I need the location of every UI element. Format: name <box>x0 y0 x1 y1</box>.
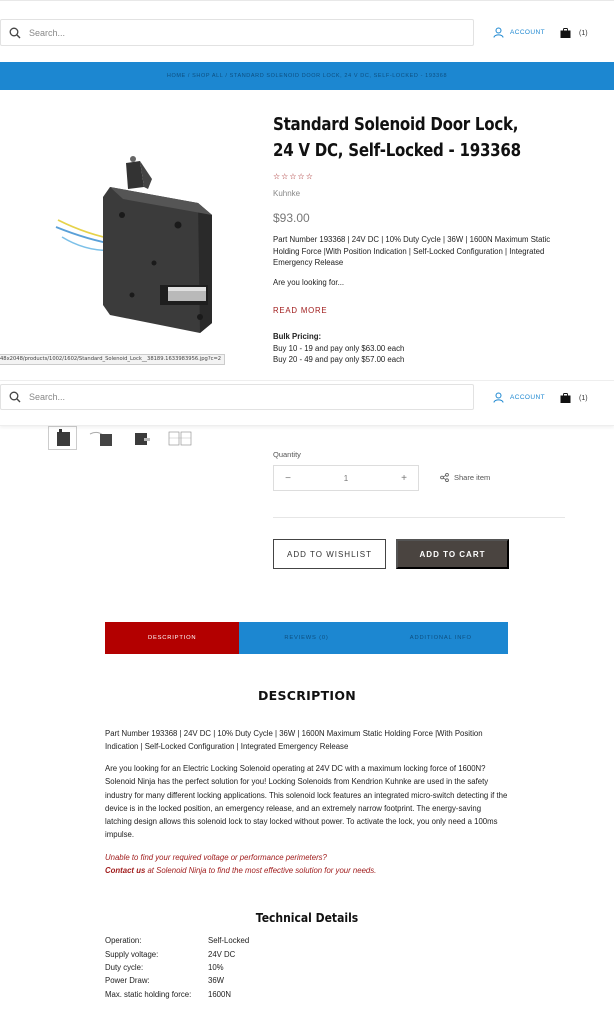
share-item-link[interactable]: Share item <box>440 473 490 482</box>
spec-value: 36W <box>208 976 225 986</box>
tab-reviews[interactable]: REVIEWS (0) <box>239 622 374 654</box>
account-link[interactable]: ACCOUNT <box>493 27 545 38</box>
spec-value: 24V DC <box>208 949 236 959</box>
quantity-decrease-button[interactable]: − <box>274 473 302 484</box>
bulk-pricing-line: Buy 10 - 19 and pay only $63.00 each <box>273 343 405 353</box>
contact-note-line: Unable to find your required voltage or … <box>105 853 327 862</box>
bulk-pricing: Bulk Pricing: Buy 10 - 19 and pay only $… <box>273 331 404 366</box>
spec-key: Operation: <box>105 936 142 946</box>
spec-row: Supply voltage: 24V DC <box>105 947 249 960</box>
thumbnail[interactable] <box>87 426 116 450</box>
rating-stars[interactable]: ☆☆☆☆☆ <box>273 172 314 181</box>
spec-row: Operation: Self-Locked <box>105 934 249 947</box>
search-input[interactable] <box>29 392 429 402</box>
spec-key: Power Draw: <box>105 976 150 986</box>
sticky-header: ACCOUNT (1) <box>0 380 614 426</box>
status-bar-url: 48x2048/products/1002/1602/Standard_Sole… <box>0 354 226 365</box>
user-icon <box>493 392 504 403</box>
product-image[interactable] <box>48 145 254 345</box>
search-box[interactable] <box>0 19 474 46</box>
thumbnail[interactable] <box>126 426 155 450</box>
description-summary: Part Number 193368 | 24V DC | 10% Duty C… <box>105 729 483 752</box>
description-body: Are you looking for an Electric Locking … <box>105 764 508 840</box>
product-title: Standard Solenoid Door Lock, 24 V DC, Se… <box>273 115 521 161</box>
product-tabs: DESCRIPTION REVIEWS (0) ADDITIONAL INFO <box>105 622 508 654</box>
account-label: ACCOUNT <box>510 29 545 36</box>
technical-details-heading: Technical Details <box>255 911 359 925</box>
search-input[interactable] <box>29 27 429 38</box>
divider <box>273 517 565 518</box>
spec-value: 1600N <box>208 989 231 999</box>
share-label: Share item <box>454 473 491 482</box>
spec-key: Duty cycle: <box>105 962 144 972</box>
cart-link[interactable]: (1) <box>560 28 588 38</box>
contact-note: Unable to find your required voltage or … <box>105 851 510 878</box>
description-heading: DESCRIPTION <box>257 688 357 703</box>
tab-description[interactable]: DESCRIPTION <box>105 622 240 654</box>
thumbnail[interactable] <box>165 426 194 450</box>
spec-row: Duty cycle: 10% <box>105 961 249 974</box>
quantity-stepper[interactable]: − 1 + <box>273 465 419 491</box>
site-header: ACCOUNT (1) <box>0 0 614 46</box>
contact-us-link[interactable]: Contact us <box>105 866 145 875</box>
spec-value: Self-Locked <box>208 936 250 946</box>
contact-note-rest: at Solenoid Ninja to find the most effec… <box>145 866 377 876</box>
bulk-pricing-line: Buy 20 - 49 and pay only $57.00 each <box>273 355 405 364</box>
breadcrumb[interactable]: HOME / SHOP ALL / STANDARD SOLENOID DOOR… <box>167 73 447 79</box>
cart-link[interactable]: (1) <box>560 393 588 403</box>
account-label: ACCOUNT <box>510 394 545 401</box>
search-icon <box>9 391 21 403</box>
breadcrumb-bar: HOME / SHOP ALL / STANDARD SOLENOID DOOR… <box>0 62 614 90</box>
thumbnail[interactable] <box>48 426 77 450</box>
add-to-wishlist-button[interactable]: ADD TO WISHLIST <box>273 539 386 569</box>
user-icon <box>493 27 504 38</box>
search-box[interactable] <box>0 384 474 410</box>
product-price: $93.00 <box>273 211 310 225</box>
read-more-link[interactable]: READ MORE <box>273 306 327 315</box>
quantity-value[interactable]: 1 <box>344 474 348 483</box>
tab-additional-info[interactable]: ADDITIONAL INFO <box>373 622 508 654</box>
product-teaser: Are you looking for... <box>273 278 345 287</box>
quantity-increase-button[interactable]: + <box>390 473 418 484</box>
spec-row: Power Draw: 36W <box>105 974 249 987</box>
shopping-bag-icon <box>560 28 571 38</box>
search-icon <box>9 27 21 38</box>
spec-row: Max. static holding force: 1600N <box>105 988 249 1001</box>
shopping-bag-icon <box>560 393 571 403</box>
add-to-cart-button[interactable]: ADD TO CART <box>396 539 509 569</box>
cart-count: (1) <box>579 29 588 37</box>
bulk-pricing-title: Bulk Pricing: <box>273 332 322 341</box>
spec-key: Max. static holding force: <box>105 989 192 999</box>
product-summary: Part Number 193368 | 24V DC | 10% Duty C… <box>273 235 551 267</box>
share-icon <box>440 473 449 482</box>
cart-count: (1) <box>579 394 588 402</box>
brand-name[interactable]: Kuhnke <box>273 189 300 198</box>
spec-value: 10% <box>208 962 224 972</box>
account-link[interactable]: ACCOUNT <box>493 392 545 403</box>
thumbnail-strip <box>48 426 194 450</box>
spec-key: Supply voltage: <box>105 949 159 959</box>
quantity-label: Quantity <box>273 450 301 459</box>
technical-details-table: Operation: Self-Locked Supply voltage: 24V… <box>105 934 249 1001</box>
